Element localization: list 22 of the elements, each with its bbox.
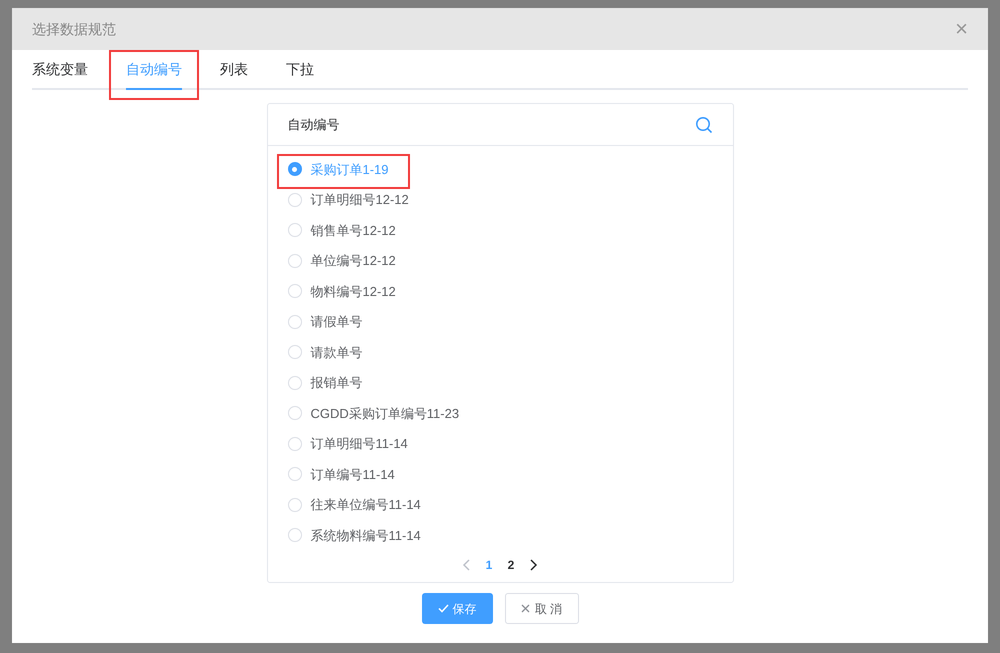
panel-title: 自动编号 [288,116,340,134]
radio-item[interactable]: 系统物料编号11-14 [278,526,421,545]
search-icon[interactable] [694,116,712,134]
radio-item[interactable]: 物料编号12-12 [278,282,396,301]
radio-item[interactable]: 订单明细号11-14 [278,434,408,454]
check-icon [438,604,448,613]
radio-item[interactable]: 请假单号 [278,312,362,332]
radio-item[interactable]: 订单编号11-14 [278,464,395,484]
radio-item[interactable]: 往来单位编号11-14 [278,495,421,514]
page-number[interactable]: 2 [504,556,518,574]
radio-item[interactable]: 订单明细号12-12 [278,190,409,210]
radio-item[interactable]: CGDD采购订单编号11-23 [278,404,460,423]
tab[interactable]: 列表 [220,59,248,90]
radio-item[interactable]: 销售单号12-12 [278,220,396,240]
radio-item[interactable]: 报销单号 [278,373,362,392]
tab[interactable]: 下拉 [286,59,314,90]
close-icon [520,604,530,613]
tab[interactable]: 系统变量 [32,59,88,90]
radio-item[interactable]: 单位编号12-12 [278,251,396,270]
dialog-title: 选择数据规范 [32,20,116,38]
cancel-button[interactable]: 取 消 [504,593,578,624]
radio-item[interactable]: 请款单号 [278,342,362,362]
